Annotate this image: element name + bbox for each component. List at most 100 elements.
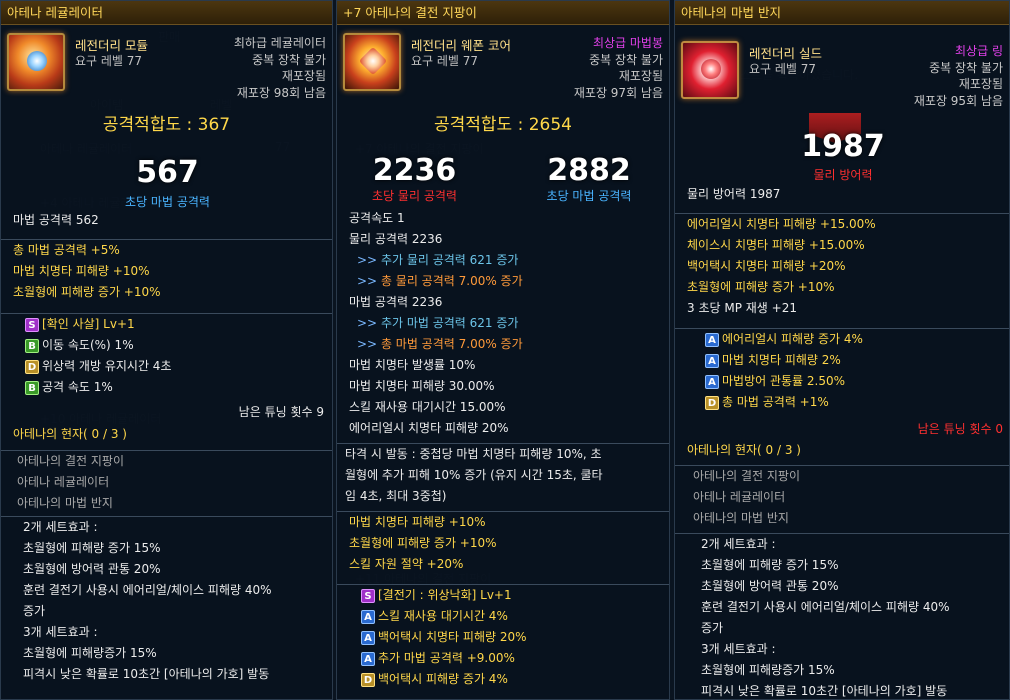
bonus-line: 초월형에 피해량 증가 +10% xyxy=(13,285,161,299)
stat-line: >> 총 물리 공격력 7.00% 증가 xyxy=(357,274,523,288)
physical-defense-value: 1987 xyxy=(801,129,885,164)
tuning-remaining: 남은 튜닝 횟수 0 xyxy=(917,422,1003,436)
skill-line: A 에어리얼시 피해량 증가 4% xyxy=(675,329,1009,350)
bonus-line: 초월형에 피해량 증가 +10% xyxy=(687,280,835,294)
shield-item-icon xyxy=(681,41,739,99)
skill-line: A 백어택시 치명타 피해량 20% xyxy=(337,627,669,648)
tooltip-staff: +7 아테나의 결전 지팡이 레전더리 웨폰 코어 요구 레벨 77 최상급 마… xyxy=(336,0,670,700)
tooltip-ring: 아테나의 마법 반지 레전더리 실드 요구 레벨 77 최상급 링 중복 장착 … xyxy=(674,0,1010,700)
stat-line: 물리 방어력 1987 xyxy=(687,187,781,201)
repack-remaining: 재포장 95회 남음 xyxy=(913,93,1003,108)
tooltip-title: 아테나의 마법 반지 xyxy=(675,1,1009,25)
skill-line: B 공격 속도 1% xyxy=(1,377,332,398)
set-item: 아테나의 마법 반지 xyxy=(17,496,113,510)
set-effect: 3개 세트효과 : xyxy=(701,642,776,656)
grade-d-icon: D xyxy=(25,359,39,374)
stat-line: 마법 치명타 발생률 10% xyxy=(349,358,476,372)
set-item: 아테나 레귤레이터 xyxy=(17,475,110,489)
equip-limit: 중복 장착 불가 xyxy=(589,52,663,67)
repack-status: 재포장됨 xyxy=(618,69,663,83)
equip-limit: 중복 장착 불가 xyxy=(252,52,326,67)
skill-line: D총 마법 공격력 +1% xyxy=(675,392,1009,413)
set-effect: 증가 xyxy=(23,604,46,618)
stat-line: 마법 공격력 2236 xyxy=(349,295,443,309)
module-item-icon xyxy=(7,33,65,91)
set-effect: 증가 xyxy=(701,621,724,635)
set-item: 아테나 레귤레이터 xyxy=(693,490,786,504)
grade-a-icon: A xyxy=(361,609,375,624)
tooltip-regulator: 아테나 레귤레이터 레전더리 모듈 요구 레벨 77 최하급 레귤레이터 중복 … xyxy=(0,0,333,700)
set-item: 아테나의 마법 반지 xyxy=(693,511,789,525)
stat-line: 마법 치명타 피해량 30.00% xyxy=(349,379,495,393)
set-title: 아테나의 현자( 0 / 3 ) xyxy=(687,443,801,457)
bonus-line: 에어리얼시 치명타 피해량 +15.00% xyxy=(687,217,876,231)
stat-line: 마법 공격력 562 xyxy=(13,213,99,227)
stat-line: 공격속도 1 xyxy=(349,211,405,225)
skill-line: A 스킬 재사용 대기시간 4% xyxy=(337,606,669,627)
repack-status: 재포장됨 xyxy=(958,77,1003,91)
physical-attack-value: 2236 xyxy=(372,153,457,188)
set-effect: 초월형에 방어력 관통 20% xyxy=(701,579,839,593)
required-level: 요구 레벨 77 xyxy=(75,54,143,68)
skill-line: S [결전기 : 위상낙화] Lv+1 xyxy=(337,585,669,606)
skill-line: A 마법 치명타 피해량 2% xyxy=(675,350,1009,371)
set-title: 아테나의 현자( 0 / 3 ) xyxy=(13,427,127,441)
bonus-line: 마법 치명타 피해량 +10% xyxy=(13,264,150,278)
magic-attack-label: 초당 마법 공격력 xyxy=(546,189,632,203)
set-effect: 초월형에 피해량 증가 15% xyxy=(23,541,161,555)
tooltip-title: 아테나 레귤레이터 xyxy=(1,1,332,25)
bonus-line: 초월형에 피해량 증가 +10% xyxy=(349,536,497,550)
item-info: 최하급 레귤레이터 중복 장착 불가 재포장됨 재포장 98회 남음 xyxy=(234,35,326,101)
skill-line: D 백어택시 피해량 증가 4% xyxy=(337,669,669,690)
tuning-remaining: 남은 튜닝 횟수 9 xyxy=(238,405,324,419)
grade-b-icon: B xyxy=(25,380,39,395)
set-item: 아테나의 결전 지팡이 xyxy=(17,454,124,468)
bonus-line: 총 마법 공격력 +5% xyxy=(13,243,120,257)
weapon-core-item-icon xyxy=(343,33,401,91)
set-effect: 2개 세트효과 : xyxy=(23,520,98,534)
grade-b-icon: B xyxy=(25,338,39,353)
repack-remaining: 재포장 97회 남음 xyxy=(573,85,663,100)
set-effect: 2개 세트효과 : xyxy=(701,537,776,551)
stat-line: 물리 공격력 2236 xyxy=(349,232,443,246)
grade-a-icon: A xyxy=(705,353,719,368)
skill-line: A 마법방어 관통률 2.50% xyxy=(675,371,1009,392)
physical-defense-label: 물리 방어력 xyxy=(813,168,873,182)
proc-line: 타격 시 발동 : 중첩당 마법 치명타 피해량 10%, 초 xyxy=(345,447,602,461)
set-effect: 초월형에 방어력 관통 20% xyxy=(23,562,161,576)
proc-line: 월형에 추가 피해 10% 증가 (유지 시간 15초, 쿨타 xyxy=(345,468,603,482)
grade-s-icon: S xyxy=(25,317,39,332)
stat-line: 스킬 재사용 대기시간 15.00% xyxy=(349,400,506,414)
proc-line: 임 4초, 최대 3중첩) xyxy=(345,489,447,503)
set-effect: 피격시 낮은 확률로 10초간 [아테나의 가호] 발동 xyxy=(701,684,948,698)
item-info: 최상급 마법봉 중복 장착 불가 재포장됨 재포장 97회 남음 xyxy=(574,35,663,101)
tooltip-title: +7 아테나의 결전 지팡이 xyxy=(337,1,669,25)
skill-line: D 위상력 개방 유지시간 4초 xyxy=(1,356,332,377)
grade-s-icon: S xyxy=(361,588,375,603)
bonus-line: 백어택시 치명타 피해량 +20% xyxy=(687,259,846,273)
set-effect: 초월형에 피해량증가 15% xyxy=(23,646,157,660)
set-effect: 초월형에 피해량 증가 15% xyxy=(701,558,839,572)
bonus-line: 마법 치명타 피해량 +10% xyxy=(349,515,486,529)
grade-a-icon: A xyxy=(705,332,719,347)
bonus-line: 3 초당 MP 재생 +21 xyxy=(687,301,797,315)
stat-line: >> 추가 마법 공격력 621 증가 xyxy=(357,316,519,330)
attack-rating: 공격적합도 : 2654 xyxy=(434,115,572,135)
set-effect: 3개 세트효과 : xyxy=(23,625,98,639)
bonus-line: 스킬 자원 절약 +20% xyxy=(349,557,464,571)
grade-a-icon: A xyxy=(705,374,719,389)
physical-attack-label: 초당 물리 공격력 xyxy=(372,189,457,203)
set-effect: 훈련 결전기 사용시 에어리얼/체이스 피해량 40% xyxy=(23,583,272,597)
skill-line: A 추가 마법 공격력 +9.00% xyxy=(337,648,669,669)
set-item: 아테나의 결전 지팡이 xyxy=(693,469,800,483)
repack-status: 재포장됨 xyxy=(281,69,326,83)
stat-line: 에어리얼시 치명타 피해량 20% xyxy=(349,421,509,435)
required-level: 요구 레벨 77 xyxy=(749,62,817,76)
grade-d-icon: D xyxy=(361,672,375,687)
item-info: 최상급 링 중복 장착 불가 재포장됨 재포장 95회 남음 xyxy=(914,43,1003,109)
skill-line: B 이동 속도(%) 1% xyxy=(1,335,332,356)
stat-line: >> 추가 물리 공격력 621 증가 xyxy=(357,253,519,267)
grade-a-icon: A xyxy=(361,651,375,666)
grade-d-icon: D xyxy=(705,395,719,410)
stat-line: >> 총 마법 공격력 7.00% 증가 xyxy=(357,337,523,351)
